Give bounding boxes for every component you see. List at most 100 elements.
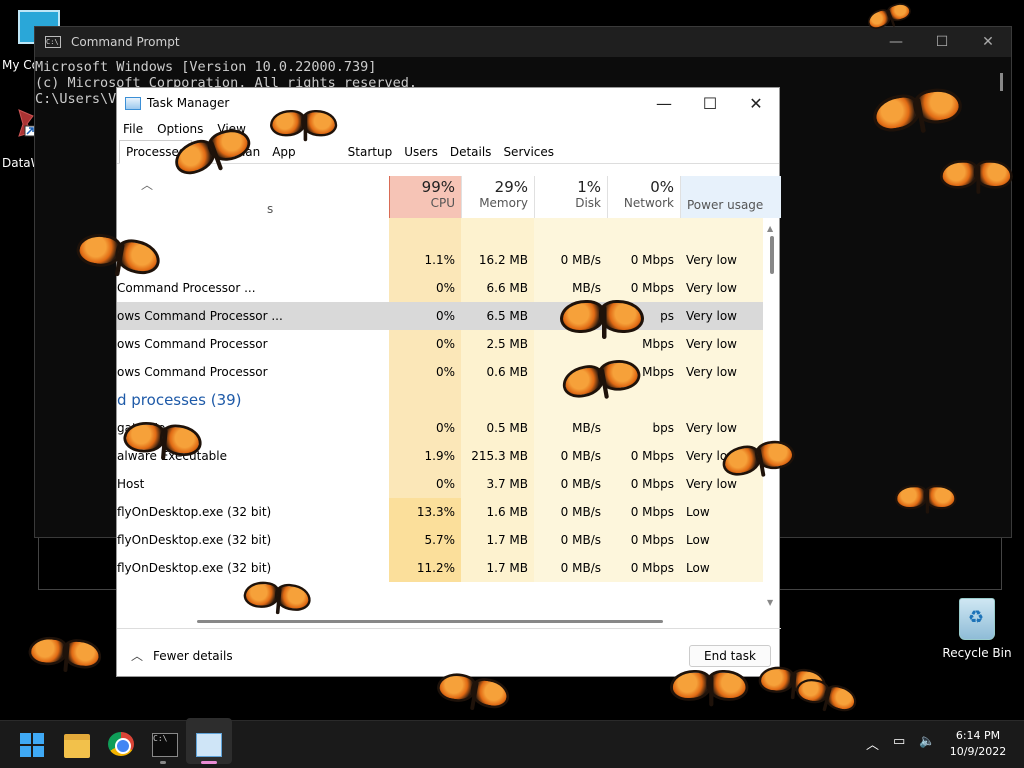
- cell-disk: 0 MB/s: [534, 526, 607, 554]
- disk-percent: 1%: [577, 178, 601, 196]
- menu-options[interactable]: Options: [157, 122, 203, 136]
- sort-up-icon[interactable]: ︿: [141, 176, 153, 193]
- power-label: Power usage: [687, 198, 764, 212]
- cell-power: [680, 386, 763, 414]
- cell-mem: 0.6 MB: [461, 358, 534, 386]
- maximize-button[interactable]: ☐: [687, 94, 733, 113]
- cmd-line: Microsoft Windows [Version 10.0.22000.73…: [35, 59, 377, 75]
- cell-disk: 0 MB/s: [534, 442, 607, 470]
- cell-power: Very low: [680, 330, 763, 358]
- column-disk[interactable]: 1% Disk: [534, 176, 607, 218]
- process-row[interactable]: ows Command Processor ... 0% 6.5 MB ps Very …: [117, 302, 763, 330]
- cell-cpu: 0%: [389, 470, 461, 498]
- scroll-up-icon[interactable]: ▲: [767, 224, 773, 233]
- desktop-icon-label: Recycle Bin: [942, 646, 1012, 660]
- cell-disk: 0 MB/s: [534, 554, 607, 582]
- task-manager-taskbar-icon[interactable]: [196, 733, 222, 757]
- scroll-thumb[interactable]: [770, 236, 774, 274]
- tm-title-bar[interactable]: Task Manager — ☐ ✕: [117, 88, 779, 118]
- start-button[interactable]: [20, 733, 46, 757]
- scroll-down-icon[interactable]: ▼: [767, 598, 773, 607]
- process-name: flyOnDesktop.exe (32 bit): [117, 505, 272, 519]
- cmd-title-bar[interactable]: C:\ Command Prompt — ☐ ✕: [35, 27, 1011, 57]
- clock[interactable]: 6:14 PM 10/9/2022: [948, 728, 1008, 760]
- chevron-up-icon[interactable]: ︿: [866, 734, 879, 753]
- tab-details[interactable]: Details: [444, 141, 498, 163]
- process-row[interactable]: Host 0% 3.7 MB 0 MB/s 0 Mbps Very low: [117, 470, 763, 498]
- cell-net: [607, 218, 680, 246]
- cell-net: 0 Mbps: [607, 442, 680, 470]
- process-row[interactable]: [117, 218, 763, 246]
- process-group-header[interactable]: d processes (39): [117, 386, 763, 414]
- maximize-button[interactable]: ☐: [919, 34, 965, 50]
- chevron-up-icon: ︿: [131, 649, 144, 663]
- column-memory[interactable]: 29% Memory: [461, 176, 534, 218]
- cell-mem: 6.6 MB: [461, 274, 534, 302]
- cell-disk: 0 MB/s: [534, 470, 607, 498]
- cell-mem: 215.3 MB: [461, 442, 534, 470]
- column-cpu[interactable]: 99% CPU: [389, 176, 461, 218]
- vertical-scrollbar[interactable]: ▲ ▼: [767, 224, 777, 608]
- cell-power: Very low: [680, 246, 763, 274]
- column-network[interactable]: 0% Network: [607, 176, 680, 218]
- process-row[interactable]: Command Processor ... 0% 6.6 MB MB/s 0 Mbps V…: [117, 274, 763, 302]
- cell-disk: [534, 218, 607, 246]
- close-button[interactable]: ✕: [965, 34, 1011, 50]
- minimize-button[interactable]: —: [873, 34, 919, 50]
- task-manager-window[interactable]: Task Manager — ☐ ✕ File Options View Pro…: [116, 87, 781, 677]
- cell-power: Very low: [680, 274, 763, 302]
- cell-mem: 6.5 MB: [486, 309, 528, 323]
- fewer-details-button[interactable]: ︿ Fewer details: [131, 647, 233, 664]
- process-row[interactable]: Mana1.1%16.2 MB0 MB/s0 MbpsVery low: [117, 246, 763, 274]
- process-row[interactable]: flyOnDesktop.exe (32 bit) 5.7% 1.7 MB 0 MB/…: [117, 526, 763, 554]
- process-row[interactable]: ows Command Processor 0% 2.5 MB Mbps Very lo…: [117, 330, 763, 358]
- column-name[interactable]: s: [267, 202, 273, 216]
- cell-mem: 2.5 MB: [461, 330, 534, 358]
- cell-power: Very low: [680, 470, 763, 498]
- cell-net: bps: [607, 414, 680, 442]
- cell-mem: 16.2 MB: [461, 246, 534, 274]
- fewer-details-label: Fewer details: [153, 649, 233, 663]
- terminal-icon[interactable]: C:\: [152, 733, 178, 757]
- network-icon[interactable]: ▭: [893, 734, 905, 753]
- cell-power: [680, 218, 763, 246]
- cell-cpu: 1.9%: [389, 442, 461, 470]
- cell-disk: 0 MB/s: [534, 498, 607, 526]
- menu-file[interactable]: File: [123, 122, 143, 136]
- process-row[interactable]: alware Executable 1.9% 215.3 MB 0 MB/s 0 Mbp…: [117, 442, 763, 470]
- close-button[interactable]: ✕: [733, 94, 779, 113]
- tab-services[interactable]: Services: [497, 141, 560, 163]
- cell-cpu: 0%: [389, 414, 461, 442]
- tab-users[interactable]: Users: [398, 141, 444, 163]
- cell-cpu: [389, 218, 461, 246]
- cell-net: 0 Mbps: [607, 498, 680, 526]
- end-task-button[interactable]: End task: [689, 645, 771, 667]
- cmd-scrollbar[interactable]: [1000, 73, 1003, 91]
- chrome-icon[interactable]: [108, 732, 134, 756]
- file-explorer-icon[interactable]: [64, 734, 90, 758]
- process-row[interactable]: flyOnDesktop.exe (32 bit) 13.3% 1.6 MB 0 MB…: [117, 498, 763, 526]
- tab-app-history[interactable]: App: [266, 141, 301, 163]
- volume-icon[interactable]: 🔈: [919, 734, 935, 753]
- cell-disk: MB/s: [534, 414, 607, 442]
- tab-startup[interactable]: Startup: [342, 141, 399, 163]
- cell-mem: 0.5 MB: [461, 414, 534, 442]
- process-list: Mana1.1%16.2 MB0 MB/s0 MbpsVery lowComma…: [117, 218, 763, 610]
- network-percent: 0%: [650, 178, 674, 196]
- process-row[interactable]: flyOnDesktop.exe (32 bit) 11.2% 1.7 MB 0 MB…: [117, 554, 763, 582]
- memory-label: Memory: [479, 196, 528, 210]
- cell-net: 0 Mbps: [607, 470, 680, 498]
- column-power-usage[interactable]: Power usage: [680, 176, 781, 218]
- tm-title: Task Manager: [147, 96, 230, 110]
- cell-cpu: 1.1%: [389, 246, 461, 274]
- process-row[interactable]: ows Command Processor 0% 0.6 MB Mbps Very lo…: [117, 358, 763, 386]
- minimize-button[interactable]: —: [641, 94, 687, 113]
- desktop-icon-recycle-bin[interactable]: Recycle Bin: [940, 598, 1014, 660]
- cell-power: Low: [680, 526, 763, 554]
- process-row[interactable]: gatorHo0%0.5 MBMB/sbpsVery low: [117, 414, 763, 442]
- cell-net: 0 Mbps: [607, 554, 680, 582]
- cell-mem: 1.6 MB: [461, 498, 534, 526]
- horizontal-scrollbar[interactable]: [197, 620, 663, 623]
- cell-cpu: 13.3%: [389, 498, 461, 526]
- system-tray: ︿ ▭ 🔈: [866, 734, 936, 753]
